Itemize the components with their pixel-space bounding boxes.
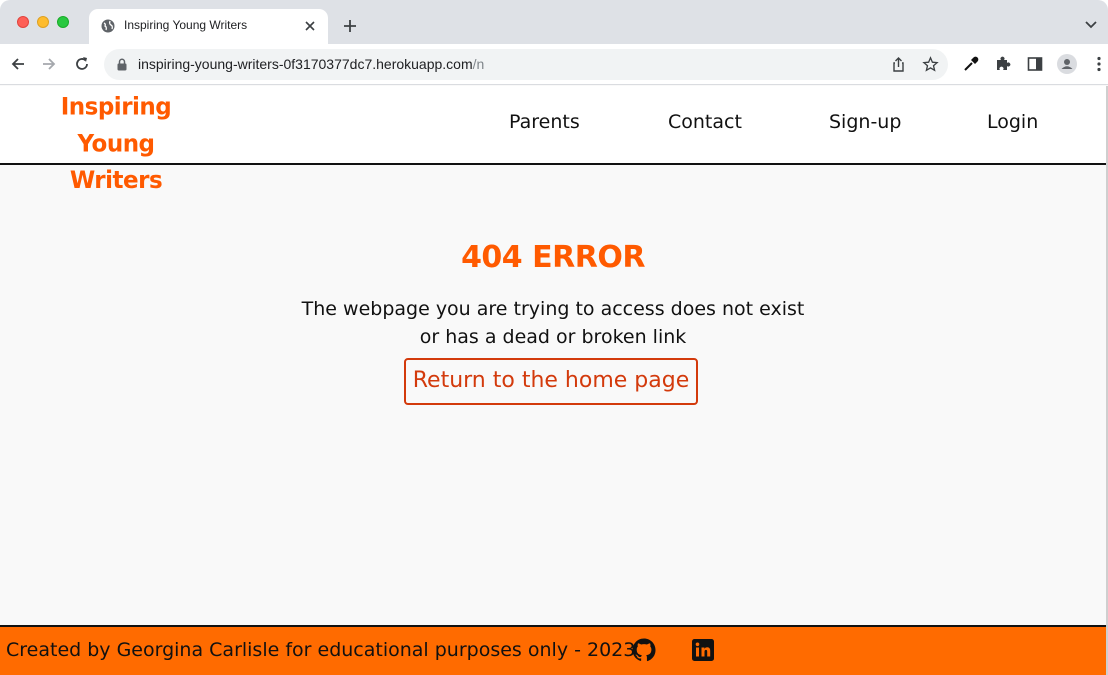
address-bar[interactable]: inspiring-young-writers-0f3170377dc7.her… [104, 49, 948, 80]
error-content: 404 ERROR The webpage you are trying to … [0, 166, 1106, 624]
side-panel-icon[interactable] [1026, 55, 1044, 73]
close-icon[interactable] [302, 18, 318, 34]
linkedin-icon[interactable] [691, 638, 715, 662]
eyedropper-icon[interactable] [962, 55, 980, 73]
url-text[interactable]: inspiring-young-writers-0f3170377dc7.her… [138, 56, 484, 72]
globe-icon [101, 19, 115, 33]
web-page: Inspiring Young Writers Parents Contact … [0, 86, 1106, 675]
puzzle-icon[interactable] [994, 55, 1012, 73]
minimize-window-button[interactable] [37, 16, 49, 28]
return-home-button[interactable]: Return to the home page [404, 358, 698, 405]
share-icon[interactable] [890, 56, 907, 73]
site-footer: Created by Georgina Carlisle for educati… [0, 625, 1106, 675]
tab-title: Inspiring Young Writers [124, 18, 248, 32]
nav-login-link[interactable]: Login [987, 111, 1038, 133]
star-icon[interactable] [922, 56, 939, 73]
plus-icon[interactable] [341, 17, 359, 35]
error-message-line-2: or has a dead or broken link [419, 326, 687, 348]
forward-arrow-icon[interactable] [40, 55, 58, 73]
maximize-window-button[interactable] [57, 16, 69, 28]
error-title: 404 ERROR [461, 240, 645, 275]
nav-contact-link[interactable]: Contact [668, 111, 742, 133]
chevron-down-icon[interactable] [1084, 18, 1098, 32]
site-header: Inspiring Young Writers Parents Contact … [0, 86, 1106, 194]
close-window-button[interactable] [17, 16, 29, 28]
footer-credit-text: Created by Georgina Carlisle for educati… [6, 639, 636, 661]
browser-window: Inspiring Young Writers inspiring-young-… [0, 0, 1108, 675]
error-message: The webpage you are trying to access doe… [0, 295, 1106, 351]
back-arrow-icon[interactable] [9, 55, 27, 73]
reload-icon[interactable] [73, 55, 91, 73]
error-message-line-1: The webpage you are trying to access doe… [301, 298, 805, 320]
kebab-menu-icon[interactable] [1090, 55, 1108, 73]
logo-line-1: Inspiring Young [60, 93, 172, 158]
nav-signup-link[interactable]: Sign-up [829, 111, 901, 133]
profile-icon[interactable] [1057, 54, 1077, 74]
browser-tab[interactable]: Inspiring Young Writers [89, 9, 328, 44]
nav-parents-link[interactable]: Parents [509, 111, 580, 133]
url-domain: inspiring-young-writers-0f3170377dc7.her… [138, 56, 473, 72]
url-path: /n [472, 56, 485, 72]
github-icon[interactable] [632, 638, 656, 662]
lock-icon[interactable] [116, 58, 128, 71]
browser-toolbar: inspiring-young-writers-0f3170377dc7.her… [0, 44, 1108, 85]
tab-strip: Inspiring Young Writers [0, 0, 1108, 44]
